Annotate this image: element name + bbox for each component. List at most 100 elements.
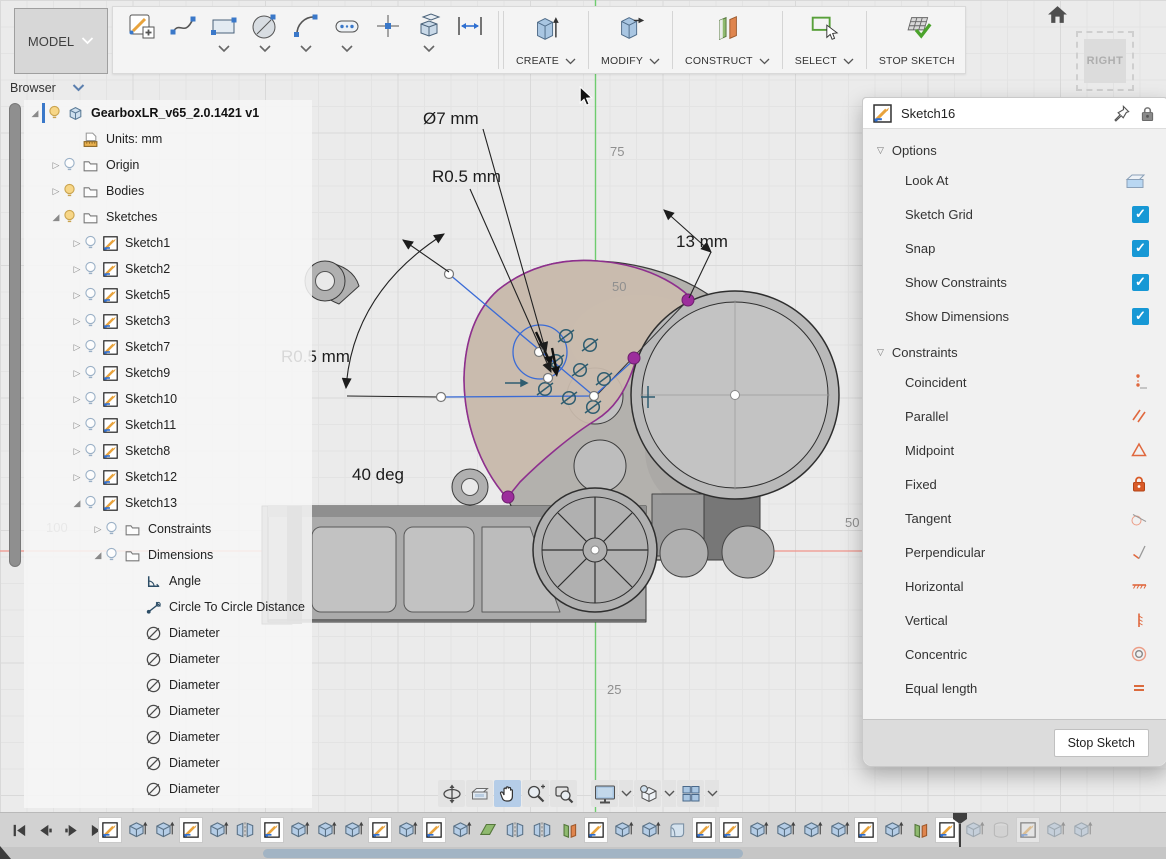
tree-item-diameter[interactable]: Diameter — [24, 698, 312, 724]
timeline-feature-extrude[interactable] — [881, 817, 905, 843]
dim-label-diameter7[interactable]: Ø7 mm — [423, 109, 479, 128]
tree-item-circle-to-circle-distance[interactable]: Circle To Circle Distance — [24, 594, 312, 620]
visibility-bulb-icon[interactable] — [63, 209, 76, 225]
visibility-bulb-icon[interactable] — [84, 443, 97, 459]
constraint-row-fixed[interactable]: Fixed — [863, 467, 1166, 501]
timeline-feature-extrude[interactable] — [395, 817, 419, 843]
expand-icon[interactable]: ▷ — [70, 290, 84, 301]
visibility-bulb-icon[interactable] — [84, 235, 97, 251]
timeline-feature-construct[interactable] — [908, 817, 932, 843]
timeline-feature-sketch[interactable] — [368, 817, 392, 843]
perpendicular-constraint-icon[interactable] — [1129, 542, 1149, 562]
look-at-icon[interactable] — [466, 780, 493, 807]
concentric-constraint-icon[interactable] — [1129, 644, 1149, 664]
chevron-down-icon[interactable] — [662, 780, 676, 807]
tree-item-sketch3[interactable]: ▷Sketch3 — [24, 308, 312, 334]
playback-step-back-button[interactable] — [36, 821, 55, 840]
visibility-bulb-icon[interactable] — [126, 729, 139, 745]
timeline-scrollbar-thumb[interactable] — [263, 849, 743, 858]
vertical-constraint-icon[interactable] — [1129, 610, 1149, 630]
tree-item-diameter[interactable]: Diameter — [24, 724, 312, 750]
timeline-feature-mirror[interactable] — [530, 817, 554, 843]
collapse-icon[interactable]: ◢ — [49, 212, 63, 223]
tree-item-dimensions[interactable]: ◢Dimensions — [24, 542, 312, 568]
collapse-icon[interactable]: ◢ — [91, 550, 105, 561]
grid-layout-icon[interactable] — [677, 780, 704, 807]
expand-icon[interactable]: ▷ — [70, 316, 84, 327]
timeline-feature-sketch[interactable] — [422, 817, 446, 843]
tree-item-diameter[interactable]: Diameter — [24, 750, 312, 776]
equal-constraint-icon[interactable] — [1129, 678, 1149, 698]
visibility-bulb-icon[interactable] — [84, 365, 97, 381]
expand-icon[interactable]: ▷ — [70, 342, 84, 353]
constraint-row-parallel[interactable]: Parallel — [863, 399, 1166, 433]
timeline-feature-plane[interactable] — [476, 817, 500, 843]
tool-arc-button[interactable] — [285, 11, 326, 54]
option-row-sketch-grid[interactable]: Sketch Grid✓ — [863, 197, 1166, 231]
visibility-bulb-icon[interactable] — [105, 521, 118, 537]
constraint-row-concentric[interactable]: Concentric — [863, 637, 1166, 671]
tool-point-button[interactable] — [367, 11, 408, 41]
timeline-feature-extrude[interactable] — [287, 817, 311, 843]
dim-label-13mm[interactable]: 13 mm — [676, 232, 728, 251]
expand-icon[interactable]: ▷ — [70, 238, 84, 249]
expand-icon[interactable]: ▷ — [70, 420, 84, 431]
chevron-down-icon[interactable] — [565, 58, 576, 65]
expand-icon[interactable]: ▷ — [70, 472, 84, 483]
timeline-feature-mirror[interactable] — [503, 817, 527, 843]
visibility-bulb-icon[interactable] — [126, 599, 139, 615]
expand-icon[interactable]: ▷ — [70, 394, 84, 405]
visibility-bulb-icon[interactable] — [84, 391, 97, 407]
timeline-feature-sketch[interactable] — [584, 817, 608, 843]
home-icon[interactable] — [1047, 5, 1068, 29]
timeline-feature-sketch[interactable] — [854, 817, 878, 843]
tree-item-sketch5[interactable]: ▷Sketch5 — [24, 282, 312, 308]
tree-item-angle[interactable]: Angle — [24, 568, 312, 594]
visibility-bulb-icon[interactable] — [84, 339, 97, 355]
chevron-down-icon[interactable] — [340, 44, 354, 54]
timeline-feature-sketch[interactable] — [179, 817, 203, 843]
timeline-feature-extrude[interactable] — [638, 817, 662, 843]
timeline-feature-extrude[interactable] — [449, 817, 473, 843]
sketch-palette-header[interactable]: Sketch16 — [863, 98, 1166, 129]
tree-item-sketch10[interactable]: ▷Sketch10 — [24, 386, 312, 412]
tool-slot-button[interactable] — [326, 11, 367, 54]
view-cube-face[interactable]: RIGHT — [1084, 39, 1126, 83]
visibility-bulb-icon[interactable] — [84, 313, 97, 329]
expand-icon[interactable]: ▷ — [70, 446, 84, 457]
timeline-feature-mirror[interactable] — [233, 817, 257, 843]
expand-icon[interactable]: ▷ — [70, 264, 84, 275]
motor-cylinder[interactable] — [631, 291, 839, 499]
timeline-feature-extrude[interactable] — [314, 817, 338, 843]
timeline-feature-extrude[interactable] — [611, 817, 635, 843]
tool-create-sketch-button[interactable] — [121, 11, 162, 41]
option-row-snap[interactable]: Snap✓ — [863, 231, 1166, 265]
browser-header[interactable]: Browser — [10, 81, 85, 95]
browser-scrollbar[interactable] — [9, 103, 21, 567]
timeline-playhead[interactable] — [953, 813, 967, 847]
expand-icon[interactable]: ▷ — [70, 368, 84, 379]
timeline-feature-sketch[interactable] — [719, 817, 743, 843]
timeline-feature-extrude[interactable] — [1043, 817, 1067, 843]
timeline-feature-extrude[interactable] — [800, 817, 824, 843]
horizontal-constraint-icon[interactable] — [1129, 576, 1149, 596]
tool-dimension-button[interactable] — [449, 11, 490, 41]
toolbar-group-select[interactable]: SELECT — [785, 7, 864, 73]
timeline-feature-hole[interactable] — [989, 817, 1013, 843]
collapse-icon[interactable]: ◢ — [28, 108, 42, 119]
constraint-row-equal[interactable]: Equal length — [863, 671, 1166, 705]
timeline-feature-extrude[interactable] — [341, 817, 365, 843]
tree-item-constraints[interactable]: ▷Constraints — [24, 516, 312, 542]
chevron-down-icon[interactable] — [619, 780, 633, 807]
playback-step-forward-button[interactable] — [62, 821, 81, 840]
option-row-look-at[interactable]: Look At — [863, 163, 1166, 197]
tree-item-diameter[interactable]: Diameter — [24, 646, 312, 672]
chevron-down-icon[interactable] — [759, 58, 770, 65]
expand-icon[interactable]: ▷ — [49, 160, 63, 171]
stop-sketch-button[interactable]: Stop Sketch — [1054, 729, 1149, 757]
dim-label-40deg[interactable]: 40 deg — [352, 465, 404, 484]
visibility-bulb-icon[interactable] — [84, 417, 97, 433]
coincident-constraint-icon[interactable] — [1129, 372, 1149, 392]
timeline-feature-construct[interactable] — [557, 817, 581, 843]
timeline-feature-fillet[interactable] — [665, 817, 689, 843]
